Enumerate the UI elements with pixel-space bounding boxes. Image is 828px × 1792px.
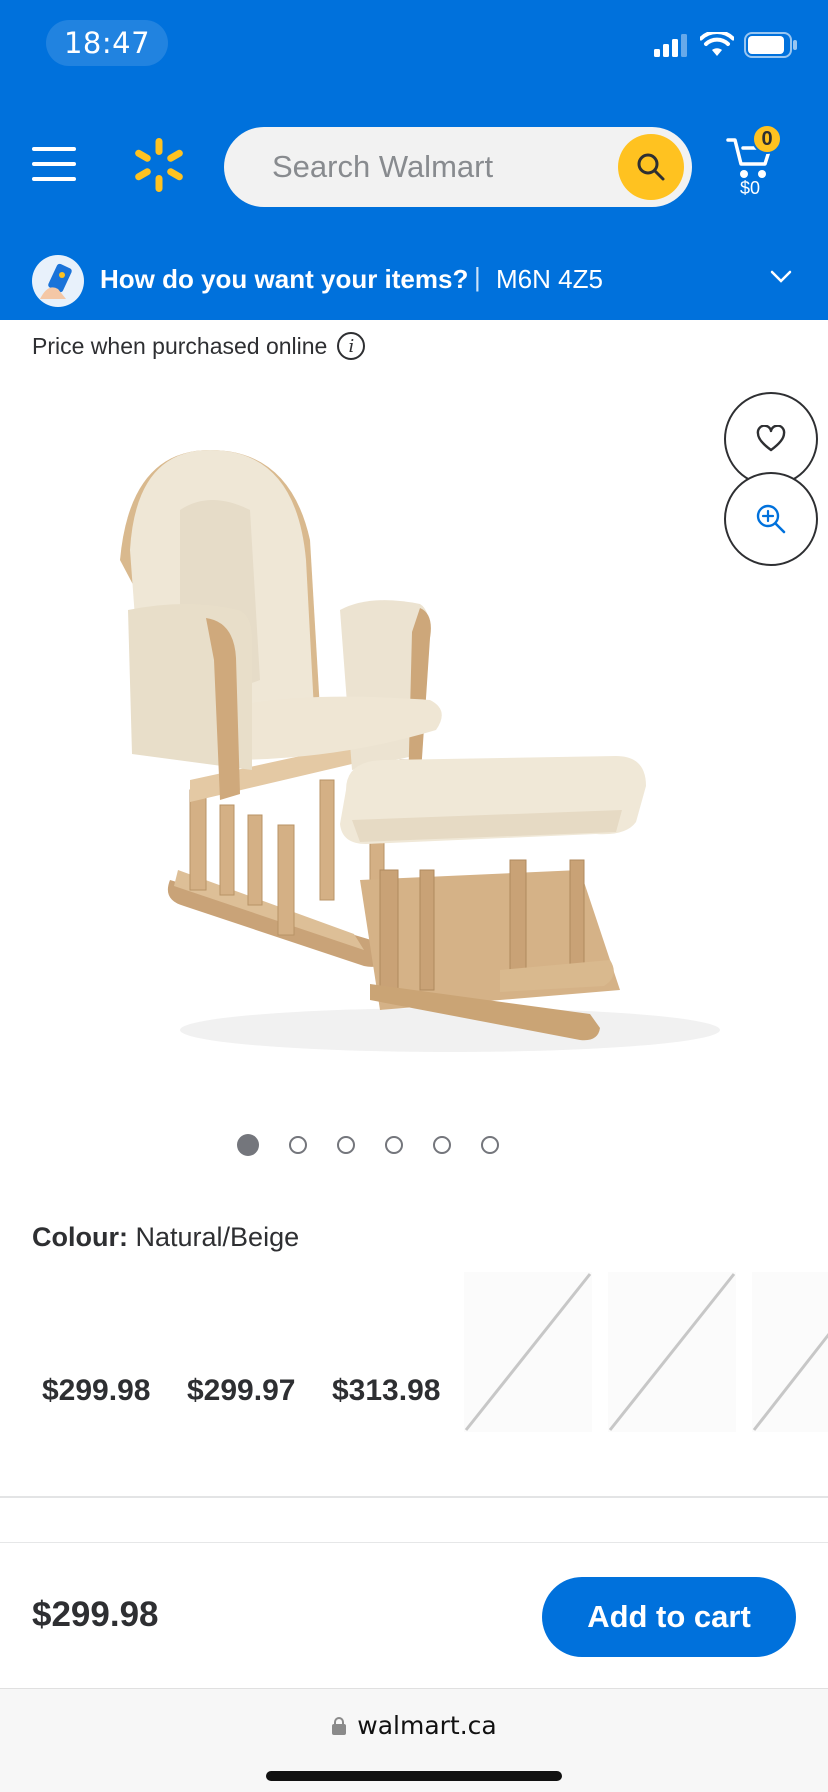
colour-value: Natural/Beige	[135, 1222, 300, 1252]
search-placeholder: Search Walmart	[272, 149, 494, 184]
heart-icon	[756, 425, 786, 452]
chevron-down-icon	[770, 270, 792, 283]
fulfillment-question: How do you want your items?	[100, 264, 469, 294]
carousel-dot[interactable]	[237, 1134, 259, 1156]
price-note: Price when purchased online i	[32, 332, 366, 360]
top-header: 18:47 Search Walmart 0 $0 How do you wan…	[0, 0, 828, 320]
variant-option[interactable]: $313.98	[322, 1272, 458, 1432]
product-image[interactable]	[120, 440, 740, 1080]
fulfillment-separator: |	[474, 262, 481, 292]
section-divider	[0, 1496, 828, 1498]
sticky-price: $299.98	[32, 1595, 159, 1634]
url-text: walmart.ca	[357, 1711, 497, 1740]
variant-price: $313.98	[332, 1374, 441, 1407]
home-indicator[interactable]	[266, 1771, 562, 1781]
price-note-text: Price when purchased online	[32, 332, 328, 359]
colour-label: Colour:	[32, 1222, 128, 1252]
variant-option[interactable]: $299.97	[177, 1272, 313, 1432]
variant-price: $299.97	[187, 1374, 296, 1407]
hamburger-menu-button[interactable]	[32, 146, 76, 182]
variant-unavailable-swatch[interactable]	[464, 1272, 592, 1432]
carousel-dot[interactable]	[433, 1136, 451, 1154]
status-icons	[654, 32, 798, 58]
lock-icon	[332, 1716, 347, 1735]
walmart-spark-logo[interactable]	[130, 136, 188, 194]
fulfillment-selector[interactable]: How do you want your items? | M6N 4Z5	[0, 248, 828, 314]
wifi-icon	[700, 32, 734, 56]
search-input[interactable]: Search Walmart	[224, 127, 692, 207]
browser-url-bar[interactable]: walmart.ca	[0, 1688, 828, 1792]
colour-selection: Colour: Natural/Beige	[32, 1222, 299, 1253]
variant-unavailable-swatch[interactable]	[752, 1272, 828, 1432]
status-time: 18:47	[46, 20, 168, 66]
variant-price: $299.98	[42, 1374, 151, 1407]
cart-count-badge: 0	[752, 124, 782, 154]
carousel-dot[interactable]	[289, 1136, 307, 1154]
zoom-in-icon	[756, 504, 786, 534]
cart-button[interactable]: 0 $0	[724, 124, 804, 206]
carousel-dot[interactable]	[337, 1136, 355, 1154]
signal-icon	[654, 34, 687, 57]
add-to-cart-button[interactable]: Add to cart	[542, 1577, 796, 1657]
carousel-dot[interactable]	[481, 1136, 499, 1154]
info-icon[interactable]: i	[337, 332, 366, 360]
url-display[interactable]: walmart.ca	[0, 1711, 828, 1740]
carousel-dot[interactable]	[385, 1136, 403, 1154]
menu-icon	[32, 147, 76, 181]
battery-icon	[744, 32, 797, 58]
postal-code: M6N 4Z5	[496, 264, 603, 294]
search-submit-button[interactable]	[618, 134, 684, 200]
image-carousel-dots	[0, 1134, 782, 1156]
variant-option[interactable]: $299.98	[32, 1272, 168, 1432]
fulfillment-icon	[32, 255, 84, 307]
variant-unavailable-swatch[interactable]	[608, 1272, 736, 1432]
search-icon	[637, 153, 665, 181]
cart-total: $0	[740, 178, 761, 198]
sticky-buy-bar: $299.98 Add to cart	[0, 1542, 828, 1688]
